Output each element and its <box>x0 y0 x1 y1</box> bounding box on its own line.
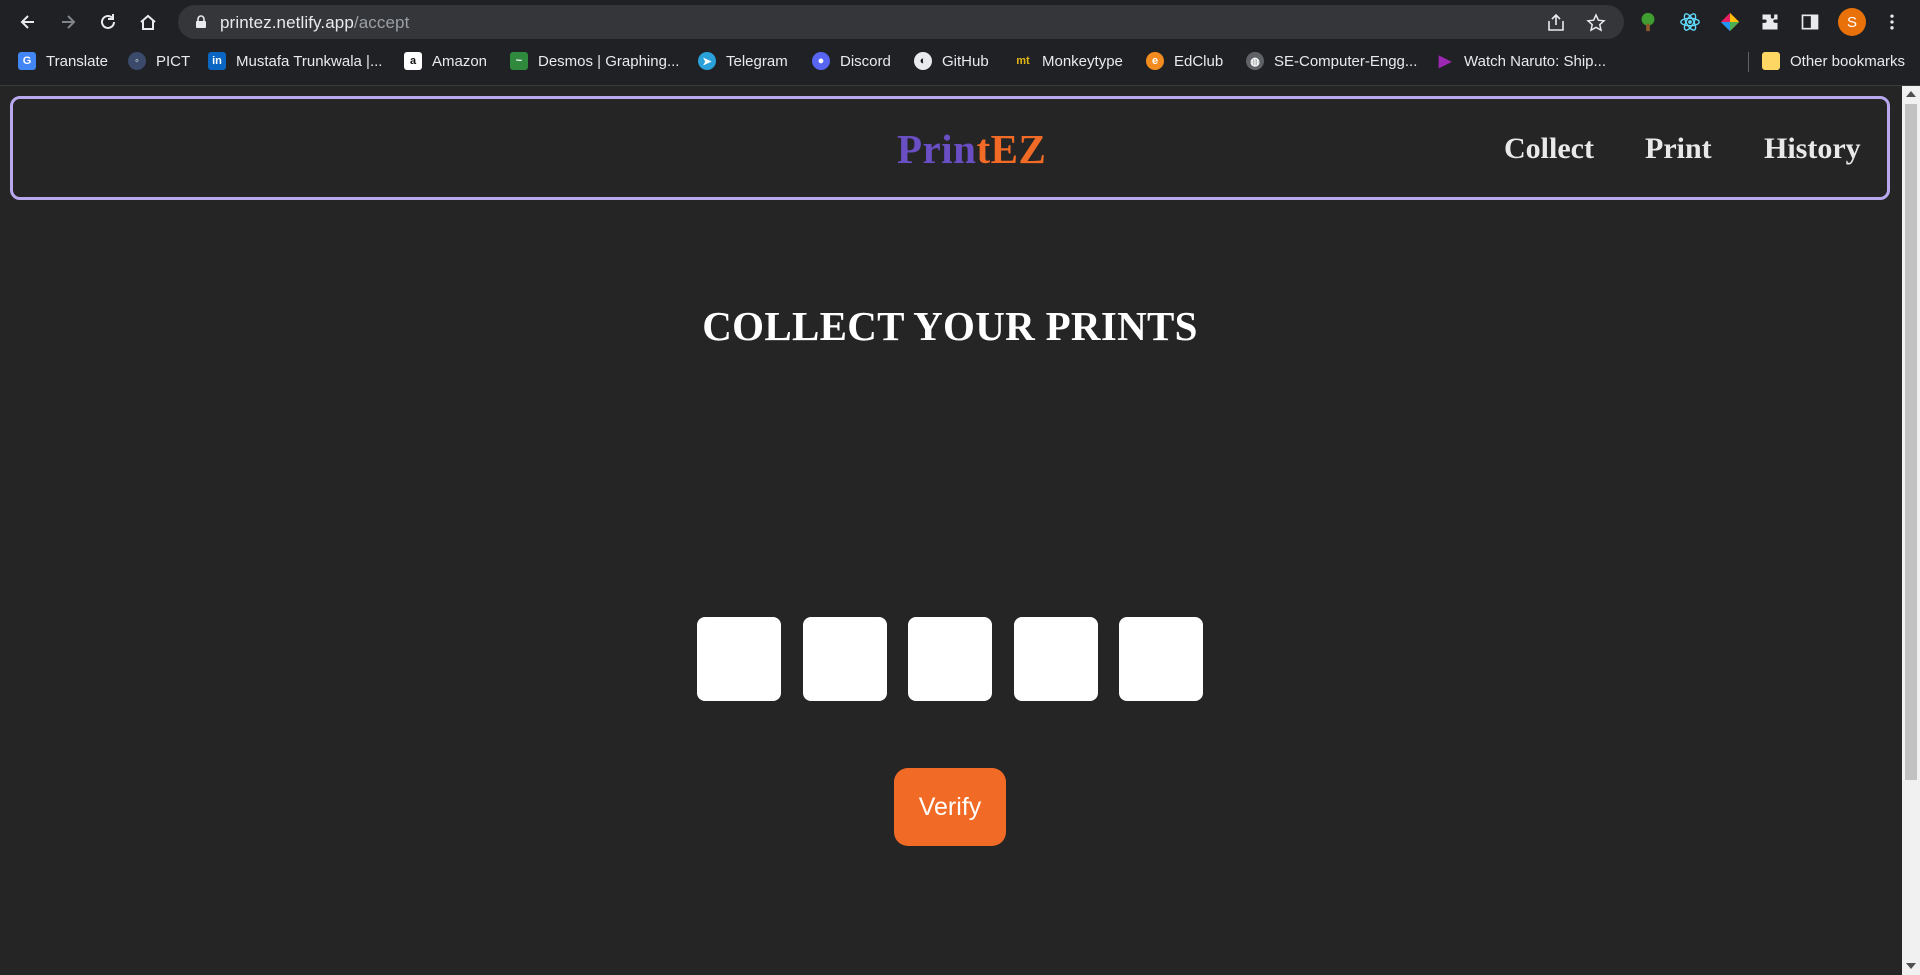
folder-icon <box>1762 52 1780 70</box>
home-icon[interactable] <box>134 8 162 36</box>
back-icon[interactable] <box>14 8 42 36</box>
bookmarks-separator <box>1748 52 1749 72</box>
bookmark-label: SE-Computer-Engg... <box>1274 52 1418 70</box>
desmos-icon: ~ <box>510 52 528 70</box>
bookmark-label: Monkeytype <box>1042 52 1123 70</box>
share-icon[interactable] <box>1546 13 1566 33</box>
tree-extension-icon[interactable] <box>1636 10 1660 34</box>
side-panel-icon[interactable] <box>1798 10 1822 34</box>
profile-avatar[interactable]: S <box>1838 8 1866 36</box>
brand-part-1: Prin <box>897 126 977 172</box>
nav-link-history[interactable]: History <box>1764 132 1861 166</box>
bookmark-label: Watch Naruto: Ship... <box>1464 52 1607 70</box>
url-text: printez.netlify.app/accept <box>220 13 409 33</box>
url-path: /accept <box>353 13 410 32</box>
verify-button[interactable]: Verify <box>894 768 1006 846</box>
reload-icon[interactable] <box>94 8 122 36</box>
bookmark-label: Mustafa Trunkwala |... <box>236 52 383 70</box>
scroll-up-arrow-icon[interactable] <box>1906 91 1916 97</box>
linkedin-icon: in <box>208 52 226 70</box>
address-bar[interactable]: printez.netlify.app/accept <box>178 5 1624 39</box>
bookmark-label: Amazon <box>432 52 488 70</box>
bookmark-label: GitHub <box>942 52 989 70</box>
bookmark-label: Desmos | Graphing... <box>538 52 680 70</box>
otp-digit-1[interactable] <box>697 617 781 701</box>
color-picker-extension-icon[interactable] <box>1718 10 1742 34</box>
forward-icon[interactable] <box>54 8 82 36</box>
bookmark-label: Discord <box>840 52 891 70</box>
bookmark-se-computer[interactable]: ◍ SE-Computer-Engg... <box>1246 49 1417 73</box>
bookmark-naruto[interactable]: ▶ Watch Naruto: Ship... <box>1436 49 1606 73</box>
scroll-down-arrow-icon[interactable] <box>1906 963 1916 969</box>
browser-toolbar: printez.netlify.app/accept S <box>0 0 1920 44</box>
play-icon: ▶ <box>1438 53 1452 70</box>
browser-chrome: printez.netlify.app/accept S G Translate … <box>0 0 1920 86</box>
bookmark-monkeytype[interactable]: mt Monkeytype <box>1014 49 1123 73</box>
monkeytype-icon: mt <box>1016 55 1030 67</box>
discord-icon: ● <box>812 52 830 70</box>
bookmark-github[interactable]: ◐ GitHub <box>914 49 989 73</box>
telegram-icon: ➤ <box>698 52 716 70</box>
bookmark-linkedin[interactable]: in Mustafa Trunkwala |... <box>208 49 382 73</box>
extensions-puzzle-icon[interactable] <box>1758 10 1782 34</box>
bookmark-pict[interactable]: ◦ PICT <box>128 49 190 73</box>
more-menu-icon[interactable] <box>1880 10 1904 34</box>
brand-logo[interactable]: PrintEZ <box>897 125 1046 173</box>
site-navbar: PrintEZ Collect Print History <box>10 96 1890 200</box>
github-icon: ◐ <box>914 52 932 70</box>
bookmark-edclub[interactable]: e EdClub <box>1146 49 1223 73</box>
brand-part-2: tEZ <box>976 126 1047 172</box>
url-host: printez.netlify.app <box>220 13 354 32</box>
pict-icon: ◦ <box>128 52 146 70</box>
lock-icon <box>196 15 206 28</box>
bookmark-label: Telegram <box>726 52 788 70</box>
bookmark-label: PICT <box>156 52 191 70</box>
page-content: PrintEZ Collect Print History COLLECT YO… <box>0 86 1900 975</box>
other-bookmarks[interactable]: Other bookmarks <box>1762 49 1905 73</box>
bookmarks-bar: G Translate ◦ PICT in Mustafa Trunkwala |..… <box>0 44 1920 78</box>
react-devtools-icon[interactable] <box>1678 10 1702 34</box>
bookmark-label: EdClub <box>1174 52 1224 70</box>
bookmark-discord[interactable]: ● Discord <box>812 49 891 73</box>
nav-link-collect[interactable]: Collect <box>1504 132 1594 166</box>
edclub-icon: e <box>1146 52 1164 70</box>
scrollbar-thumb[interactable] <box>1905 104 1917 780</box>
bookmark-translate[interactable]: G Translate <box>18 49 108 73</box>
otp-digit-2[interactable] <box>803 617 887 701</box>
bookmark-label: Translate <box>46 52 108 70</box>
bookmark-desmos[interactable]: ~ Desmos | Graphing... <box>510 49 679 73</box>
amazon-icon: a <box>404 52 422 70</box>
otp-digit-3[interactable] <box>908 617 992 701</box>
globe-icon: ◍ <box>1246 52 1264 70</box>
star-icon[interactable] <box>1586 13 1606 33</box>
page-title: COLLECT YOUR PRINTS <box>702 303 1198 349</box>
bookmark-telegram[interactable]: ➤ Telegram <box>698 49 788 73</box>
nav-link-print[interactable]: Print <box>1645 132 1712 166</box>
otp-digit-4[interactable] <box>1014 617 1098 701</box>
other-bookmarks-label: Other bookmarks <box>1790 52 1906 70</box>
otp-digit-5[interactable] <box>1119 617 1203 701</box>
bookmark-amazon[interactable]: a Amazon <box>404 49 487 73</box>
page-scrollbar[interactable] <box>1902 86 1920 975</box>
google-translate-icon: G <box>18 52 36 70</box>
